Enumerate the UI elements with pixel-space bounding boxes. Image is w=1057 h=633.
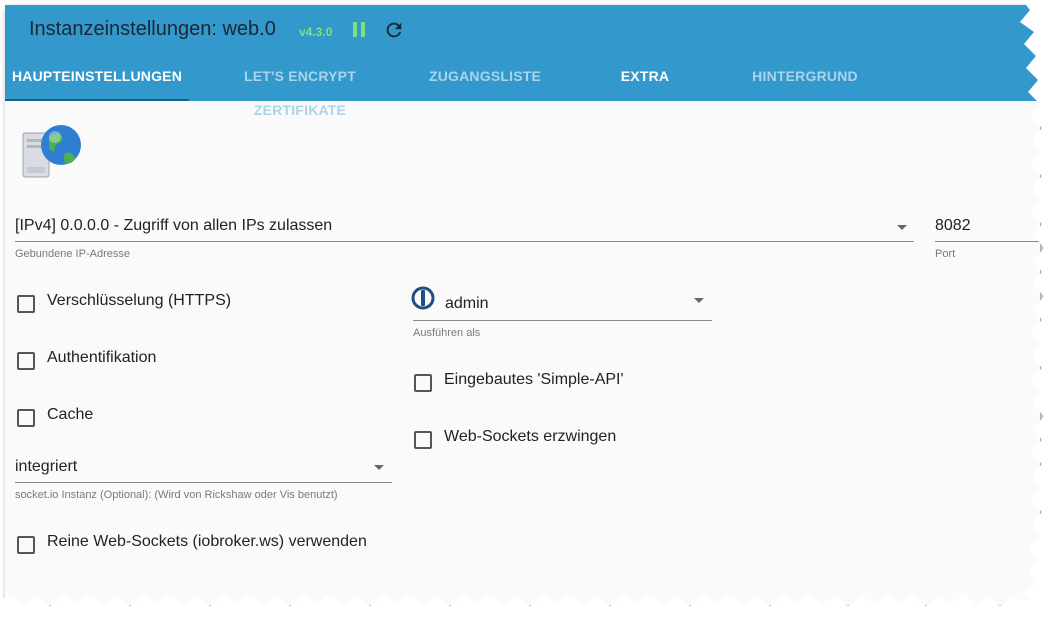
- socketio-helper: socket.io Instanz (Optional): (Wird von …: [15, 489, 338, 501]
- tab-extra[interactable]: EXTRA: [595, 59, 695, 101]
- run-as-select[interactable]: admin: [445, 295, 489, 313]
- checkbox-box[interactable]: [414, 431, 432, 449]
- chevron-down-icon[interactable]: [897, 225, 907, 230]
- tab-letsencrypt[interactable]: LET'S ENCRYPT ZERTIFIKATE: [197, 59, 403, 118]
- checkbox-box[interactable]: [17, 295, 35, 313]
- instance-settings-dialog: Instanzeinstellungen: web.0 v4.3.0 HAUPT…: [5, 5, 1040, 605]
- pure-websockets-label: Reine Web-Sockets (iobroker.ws) verwende…: [47, 533, 367, 550]
- socketio-underline: [15, 482, 392, 483]
- bind-ip-select[interactable]: [IPv4] 0.0.0.0 - Zugriff von allen IPs z…: [15, 217, 332, 235]
- checkbox-box[interactable]: [17, 536, 35, 554]
- port-input[interactable]: 8082: [935, 217, 971, 235]
- checkbox-box[interactable]: [17, 352, 35, 370]
- auth-label: Authentifikation: [47, 349, 157, 366]
- tab-access-list[interactable]: ZUGANGSLISTE: [415, 59, 555, 101]
- checkbox-box[interactable]: [17, 409, 35, 427]
- force-websockets-label: Web-Sockets erzwingen: [444, 428, 617, 445]
- page-title: Instanzeinstellungen: web.0: [29, 18, 276, 40]
- tab-main-settings[interactable]: HAUPTEINSTELLUNGEN: [5, 59, 189, 101]
- version-badge: v4.3.0: [299, 25, 333, 39]
- socketio-select[interactable]: integriert: [15, 458, 77, 476]
- run-as-underline: [413, 320, 712, 321]
- simple-api-label: Eingebautes 'Simple-API': [444, 371, 624, 388]
- server-globe-icon: [22, 125, 81, 178]
- header-bar: Instanzeinstellungen: web.0 v4.3.0 HAUPT…: [5, 5, 1040, 118]
- pause-icon[interactable]: [353, 22, 367, 38]
- iobroker-admin-icon: [411, 286, 435, 310]
- tab-background[interactable]: HINTERGRUND: [740, 59, 870, 101]
- checkbox-box[interactable]: [414, 374, 432, 392]
- bind-ip-helper: Gebundene IP-Adresse: [15, 248, 130, 260]
- port-underline: [935, 241, 1040, 242]
- reload-icon[interactable]: [383, 19, 405, 41]
- port-helper: Port: [935, 248, 956, 260]
- bind-ip-underline: [15, 241, 914, 242]
- https-label: Verschlüsselung (HTTPS): [47, 292, 232, 309]
- chevron-down-icon[interactable]: [694, 298, 704, 303]
- chevron-down-icon[interactable]: [374, 465, 384, 470]
- cache-label: Cache: [47, 406, 94, 423]
- run-as-helper: Ausführen als: [413, 327, 481, 339]
- tab-bar: HAUPTEINSTELLUNGEN LET'S ENCRYPT ZERTIFI…: [5, 59, 1040, 118]
